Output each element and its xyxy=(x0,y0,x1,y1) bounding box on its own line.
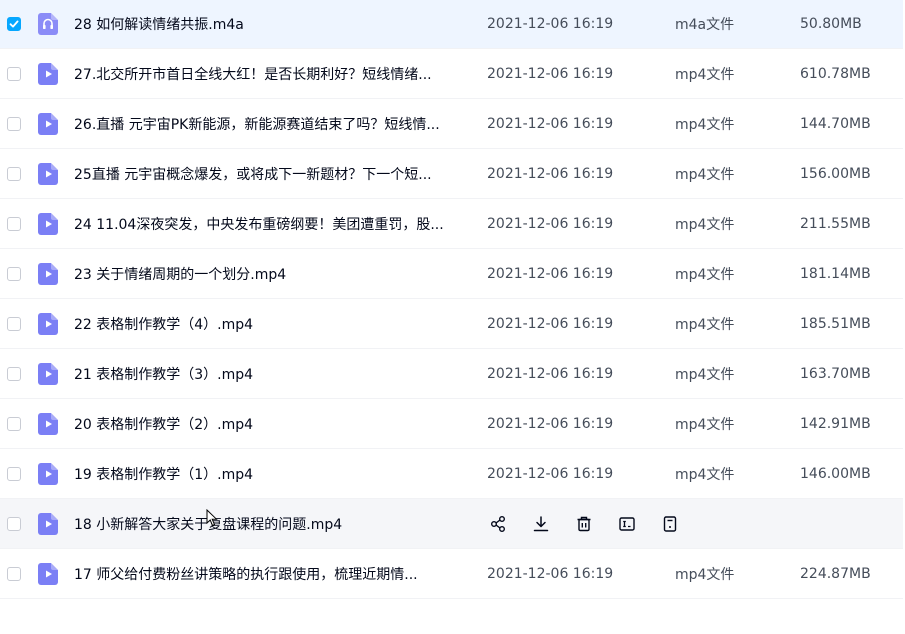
table-row[interactable]: 21 表格制作教学（3）.mp4 2021-12-06 16:19 mp4文件 163… xyxy=(0,349,903,399)
row-checkbox[interactable] xyxy=(7,116,21,131)
file-size: 610.78MB xyxy=(800,65,871,82)
table-row[interactable]: 20 表格制作教学（2）.mp4 2021-12-06 16:19 mp4文件 142… xyxy=(0,399,903,449)
table-row[interactable]: 25直播 元宇宙概念爆发，或将成下一新题材？下一个短... 2021-12-06 … xyxy=(0,149,903,199)
table-row[interactable]: 24 11.04深夜突发，中央发布重磅纲要！美团遭重罚，股... 2021-12-… xyxy=(0,199,903,249)
download-icon[interactable] xyxy=(531,514,551,534)
file-type: mp4文件 xyxy=(675,416,735,433)
audio-file-icon xyxy=(38,12,58,35)
file-type: mp4文件 xyxy=(675,466,735,483)
video-file-icon xyxy=(38,162,58,185)
file-date: 2021-12-06 16:19 xyxy=(487,465,614,482)
file-size: 181.14MB xyxy=(800,265,871,282)
file-size: 156.00MB xyxy=(800,165,871,182)
file-name[interactable]: 23 关于情绪周期的一个划分.mp4 xyxy=(74,264,469,284)
video-file-icon xyxy=(38,312,58,335)
file-size: 144.70MB xyxy=(800,115,871,132)
file-name[interactable]: 27.北交所开市首日全线大红！是否长期利好？短线情绪... xyxy=(74,64,469,84)
file-name[interactable]: 28 如何解读情绪共振.m4a xyxy=(74,14,469,34)
video-file-icon xyxy=(38,512,58,535)
file-name[interactable]: 26.直播 元宇宙PK新能源，新能源赛道结束了吗？短线情... xyxy=(74,114,469,134)
row-checkbox[interactable] xyxy=(7,266,21,281)
file-list: 28 如何解读情绪共振.m4a 2021-12-06 16:19 m4a文件 50.8… xyxy=(0,0,905,634)
row-checkbox[interactable] xyxy=(7,66,21,81)
file-size: 163.70MB xyxy=(800,365,871,382)
file-name[interactable]: 17 师父给付费粉丝讲策略的执行跟使用，梳理近期情... xyxy=(74,564,469,584)
file-name[interactable]: 20 表格制作教学（2）.mp4 xyxy=(74,414,469,434)
row-checkbox[interactable] xyxy=(7,416,21,431)
row-actions xyxy=(488,514,703,534)
file-date: 2021-12-06 16:19 xyxy=(487,115,614,132)
file-size: 185.51MB xyxy=(800,315,871,332)
video-file-icon xyxy=(38,412,58,435)
delete-icon[interactable] xyxy=(574,514,594,534)
row-checkbox[interactable] xyxy=(7,166,21,181)
file-name[interactable]: 25直播 元宇宙概念爆发，或将成下一新题材？下一个短... xyxy=(74,164,469,184)
file-size: 50.80MB xyxy=(800,15,862,32)
row-checkbox[interactable] xyxy=(7,316,21,331)
file-size: 224.87MB xyxy=(800,565,871,582)
row-checkbox[interactable] xyxy=(7,466,21,481)
file-name[interactable]: 21 表格制作教学（3）.mp4 xyxy=(74,364,469,384)
table-row[interactable]: 27.北交所开市首日全线大红！是否长期利好？短线情绪... 2021-12-06 … xyxy=(0,49,903,99)
file-date: 2021-12-06 16:19 xyxy=(487,65,614,82)
table-row[interactable]: 23 关于情绪周期的一个划分.mp4 2021-12-06 16:19 mp4文件 1… xyxy=(0,249,903,299)
video-file-icon xyxy=(38,212,58,235)
table-row[interactable]: 26.直播 元宇宙PK新能源，新能源赛道结束了吗？短线情... 2021-12-0… xyxy=(0,99,903,149)
file-size: 211.55MB xyxy=(800,215,871,232)
row-checkbox[interactable] xyxy=(7,516,21,531)
file-date: 2021-12-06 16:19 xyxy=(487,365,614,382)
more-icon[interactable] xyxy=(660,514,680,534)
file-type: mp4文件 xyxy=(675,366,735,383)
file-type: mp4文件 xyxy=(675,316,735,333)
video-file-icon xyxy=(38,62,58,85)
row-checkbox[interactable] xyxy=(7,366,21,381)
row-checkbox[interactable] xyxy=(7,216,21,231)
file-name[interactable]: 19 表格制作教学（1）.mp4 xyxy=(74,464,469,484)
video-file-icon xyxy=(38,112,58,135)
file-date: 2021-12-06 16:19 xyxy=(487,315,614,332)
file-date: 2021-12-06 16:19 xyxy=(487,265,614,282)
file-type: mp4文件 xyxy=(675,266,735,283)
file-name[interactable]: 24 11.04深夜突发，中央发布重磅纲要！美团遭重罚，股... xyxy=(74,214,469,234)
file-name[interactable]: 22 表格制作教学（4）.mp4 xyxy=(74,314,469,334)
file-date: 2021-12-06 16:19 xyxy=(487,15,614,32)
video-file-icon xyxy=(38,362,58,385)
file-date: 2021-12-06 16:19 xyxy=(487,165,614,182)
table-row[interactable]: 19 表格制作教学（1）.mp4 2021-12-06 16:19 mp4文件 146… xyxy=(0,449,903,499)
row-checkbox[interactable] xyxy=(7,566,21,581)
file-type: mp4文件 xyxy=(675,116,735,133)
table-row[interactable]: 18 小新解答大家关于复盘课程的问题.mp4 xyxy=(0,499,903,549)
row-checkbox[interactable] xyxy=(7,16,21,31)
file-type: mp4文件 xyxy=(675,66,735,83)
file-type: mp4文件 xyxy=(675,566,735,583)
file-size: 142.91MB xyxy=(800,415,871,432)
share-icon[interactable] xyxy=(488,514,508,534)
file-name[interactable]: 18 小新解答大家关于复盘课程的问题.mp4 xyxy=(74,514,469,534)
file-type: mp4文件 xyxy=(675,166,735,183)
table-row[interactable]: 28 如何解读情绪共振.m4a 2021-12-06 16:19 m4a文件 50.8… xyxy=(0,0,903,49)
file-size: 146.00MB xyxy=(800,465,871,482)
file-type: mp4文件 xyxy=(675,216,735,233)
file-date: 2021-12-06 16:19 xyxy=(487,565,614,582)
file-date: 2021-12-06 16:19 xyxy=(487,215,614,232)
file-type: m4a文件 xyxy=(675,16,735,33)
rename-icon[interactable] xyxy=(617,514,637,534)
table-row[interactable]: 22 表格制作教学（4）.mp4 2021-12-06 16:19 mp4文件 185… xyxy=(0,299,903,349)
file-date: 2021-12-06 16:19 xyxy=(487,415,614,432)
video-file-icon xyxy=(38,462,58,485)
video-file-icon xyxy=(38,562,58,585)
table-row[interactable]: 17 师父给付费粉丝讲策略的执行跟使用，梳理近期情... 2021-12-06 1… xyxy=(0,549,903,599)
video-file-icon xyxy=(38,262,58,285)
